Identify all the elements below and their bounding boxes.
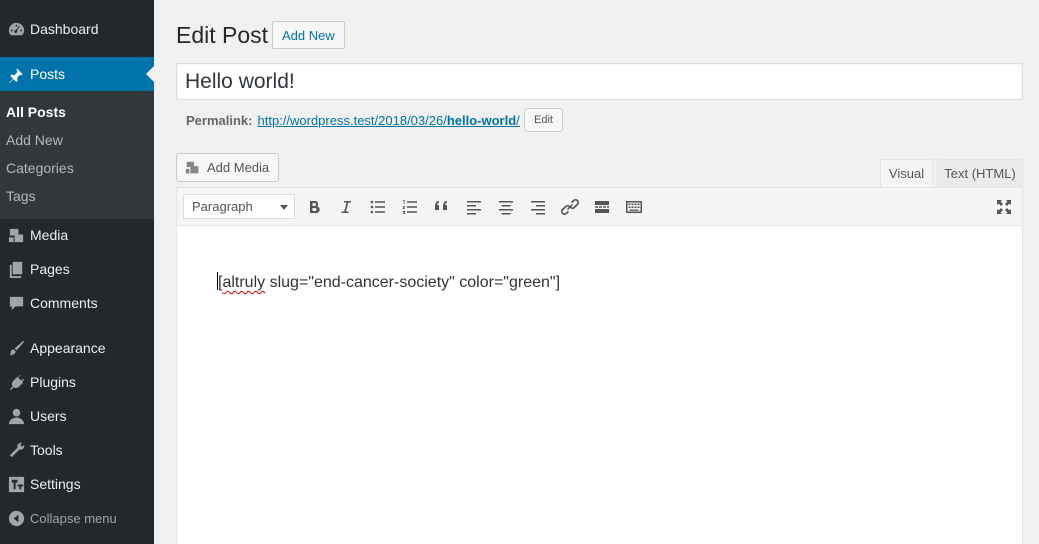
menu-dashboard[interactable]: Dashboard — [0, 12, 154, 46]
permalink-base: http://wordpress.test/2018/03/26/ — [257, 113, 447, 128]
media-icon — [0, 226, 30, 245]
add-media-button[interactable]: Add Media — [176, 153, 280, 182]
menu-pages[interactable]: Pages — [0, 252, 154, 286]
page-title: Edit Post — [176, 22, 269, 48]
dashboard-icon — [0, 20, 30, 39]
insert-link-button[interactable] — [557, 194, 583, 220]
read-more-icon — [595, 201, 609, 213]
tab-visual[interactable]: Visual — [880, 159, 933, 188]
menu-label: Pages — [30, 261, 70, 277]
add-media-label: Add Media — [207, 160, 270, 175]
post-editor: Paragraph [altruly slug="end-cancer-soci… — [176, 187, 1023, 544]
editor-content[interactable]: [altruly slug="end-cancer-society" color… — [217, 272, 560, 292]
menu-appearance[interactable]: Appearance — [0, 331, 154, 365]
editor-toolbar: Paragraph — [177, 188, 1022, 226]
submenu-all-posts[interactable]: All Posts — [6, 104, 66, 120]
collapse-label: Collapse menu — [30, 510, 117, 526]
pages-icon — [0, 260, 30, 279]
misspelled-word: altruly — [222, 274, 266, 291]
content-rest: slug="end-cancer-society" color="green"] — [265, 274, 561, 291]
post-title-input[interactable]: Hello world! — [176, 63, 1023, 100]
read-more-button[interactable] — [589, 194, 615, 220]
menu-tools[interactable]: Tools — [0, 433, 154, 467]
submenu-categories[interactable]: Categories — [6, 160, 74, 176]
wrench-icon — [0, 441, 30, 460]
chevron-down-icon — [280, 205, 288, 210]
collapse-icon — [0, 509, 30, 528]
pin-icon — [0, 65, 30, 84]
menu-label: Dashboard — [30, 21, 99, 37]
toolbar-toggle-button[interactable] — [621, 194, 647, 220]
brush-icon — [0, 339, 30, 358]
collapse-menu-button[interactable]: Collapse menu — [0, 501, 154, 535]
permalink-trailing: / — [516, 113, 520, 128]
menu-label: Posts — [30, 66, 66, 82]
blockquote-button[interactable] — [429, 194, 455, 220]
permalink-row: Permalink: http://wordpress.test/2018/03… — [186, 113, 520, 128]
permalink-label: Permalink: — [186, 113, 253, 128]
quote-icon — [435, 201, 447, 210]
align-center-button[interactable] — [493, 194, 519, 220]
italic-icon — [341, 201, 351, 213]
fullscreen-icon — [997, 200, 1011, 214]
bold-button[interactable] — [301, 194, 327, 220]
menu-label: Tools — [30, 442, 63, 458]
tab-text-html[interactable]: Text (HTML) — [937, 159, 1023, 188]
menu-posts[interactable]: Posts — [0, 57, 154, 91]
submenu-tags[interactable]: Tags — [6, 188, 36, 204]
align-left-icon — [467, 201, 481, 215]
menu-users[interactable]: Users — [0, 399, 154, 433]
posts-submenu: All Posts Add New Categories Tags — [0, 91, 154, 219]
plugin-icon — [0, 373, 30, 392]
align-right-icon — [531, 201, 545, 215]
permalink-slug: hello-world — [446, 113, 517, 128]
numbered-list-icon — [402, 200, 417, 214]
link-icon — [560, 198, 580, 216]
menu-label: Appearance — [30, 340, 106, 356]
align-center-icon — [499, 201, 513, 215]
active-indicator — [146, 66, 154, 82]
fullscreen-button[interactable] — [991, 194, 1017, 220]
menu-plugins[interactable]: Plugins — [0, 365, 154, 399]
format-select[interactable]: Paragraph — [183, 194, 295, 219]
align-right-button[interactable] — [525, 194, 551, 220]
numbered-list-button[interactable] — [397, 194, 423, 220]
bullet-list-icon — [370, 200, 385, 214]
users-icon — [0, 407, 30, 426]
format-select-value: Paragraph — [192, 199, 253, 214]
menu-comments[interactable]: Comments — [0, 286, 154, 320]
bullet-list-button[interactable] — [365, 194, 391, 220]
italic-button[interactable] — [333, 194, 359, 220]
add-new-button[interactable]: Add New — [272, 21, 345, 49]
menu-label: Media — [30, 227, 69, 243]
menu-label: Settings — [30, 476, 81, 492]
menu-label: Users — [30, 408, 67, 424]
bold-icon — [310, 200, 320, 214]
menu-media[interactable]: Media — [0, 218, 154, 252]
permalink-edit-button[interactable]: Edit — [524, 108, 563, 132]
submenu-add-new[interactable]: Add New — [6, 132, 63, 148]
menu-settings[interactable]: Settings — [0, 467, 154, 501]
menu-label: Comments — [30, 295, 98, 311]
admin-sidebar: Dashboard Posts All Posts Add New Catego… — [0, 0, 154, 544]
add-media-icon — [185, 161, 199, 173]
keyboard-icon — [626, 201, 642, 213]
permalink-link[interactable]: http://wordpress.test/2018/03/26/hello-w… — [257, 113, 519, 128]
comments-icon — [0, 294, 30, 313]
settings-icon — [0, 475, 30, 494]
menu-label: Plugins — [30, 374, 76, 390]
align-left-button[interactable] — [461, 194, 487, 220]
